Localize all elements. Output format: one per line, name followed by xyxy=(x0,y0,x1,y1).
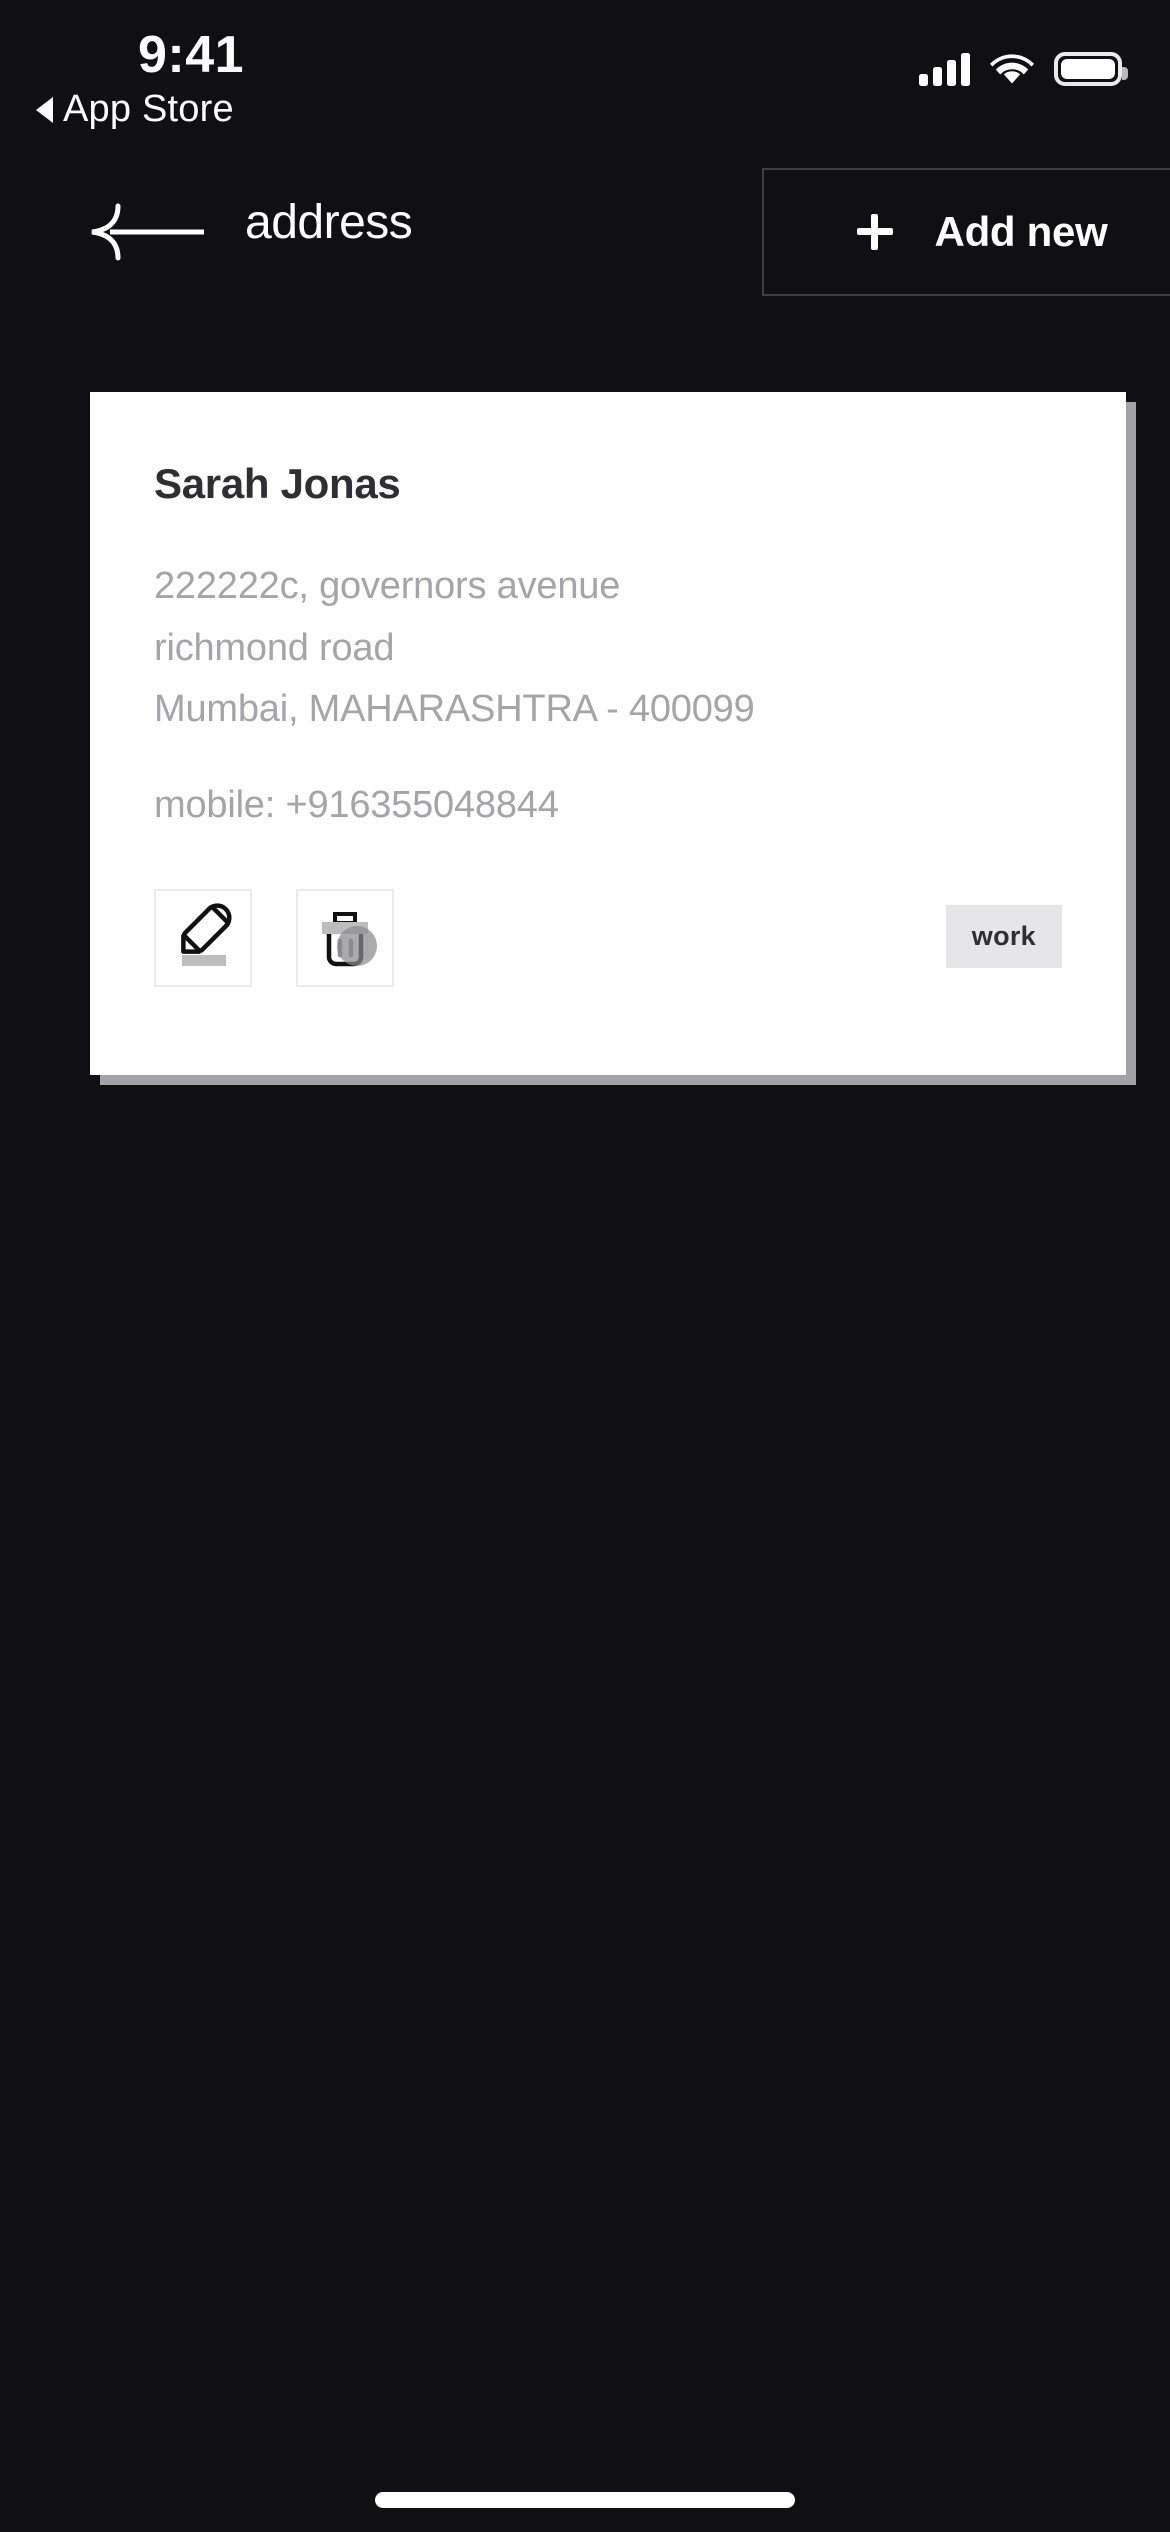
status-bar-back-to-app[interactable]: App Store xyxy=(36,88,234,131)
address-card-content: Sarah Jonas 222222c, governors avenue ri… xyxy=(90,392,1126,987)
address-card[interactable]: Sarah Jonas 222222c, governors avenue ri… xyxy=(90,392,1126,1075)
edit-address-button[interactable] xyxy=(154,888,252,987)
status-bar: 9:41 App Store xyxy=(0,0,1170,150)
phone-screen: 9:41 App Store address Add new Sarah Jon… xyxy=(0,0,1170,2532)
back-button[interactable] xyxy=(88,186,206,278)
page-title: address xyxy=(245,196,413,249)
home-indicator[interactable] xyxy=(375,2492,795,2508)
address-line: richmond road xyxy=(154,626,395,669)
battery-full-icon xyxy=(1054,52,1128,86)
mobile-number: mobile: +916355048844 xyxy=(154,783,559,826)
delete-address-button[interactable] xyxy=(296,888,394,987)
arrow-left-icon xyxy=(91,203,204,261)
cellular-signal-icon xyxy=(919,52,970,86)
triangle-left-icon xyxy=(36,96,53,123)
address-line: Mumbai, MAHARASHTRA - 400099 xyxy=(154,688,755,731)
address-lines: 222222c, governors avenue richmond road … xyxy=(154,556,1126,741)
add-new-label: Add new xyxy=(934,208,1108,255)
wifi-icon xyxy=(990,52,1034,86)
customer-name: Sarah Jonas xyxy=(154,460,401,507)
pencil-icon xyxy=(181,903,232,966)
address-line: 222222c, governors avenue xyxy=(154,565,621,607)
status-bar-time: 9:41 xyxy=(138,26,245,84)
address-type-tag: work xyxy=(945,905,1062,968)
add-new-button[interactable]: Add new xyxy=(762,168,1170,296)
status-bar-back-label: App Store xyxy=(63,88,234,130)
plus-icon xyxy=(856,214,893,250)
navigation-bar: address Add new xyxy=(0,168,1170,296)
status-bar-indicators xyxy=(919,52,1128,86)
trash-icon xyxy=(322,911,377,966)
